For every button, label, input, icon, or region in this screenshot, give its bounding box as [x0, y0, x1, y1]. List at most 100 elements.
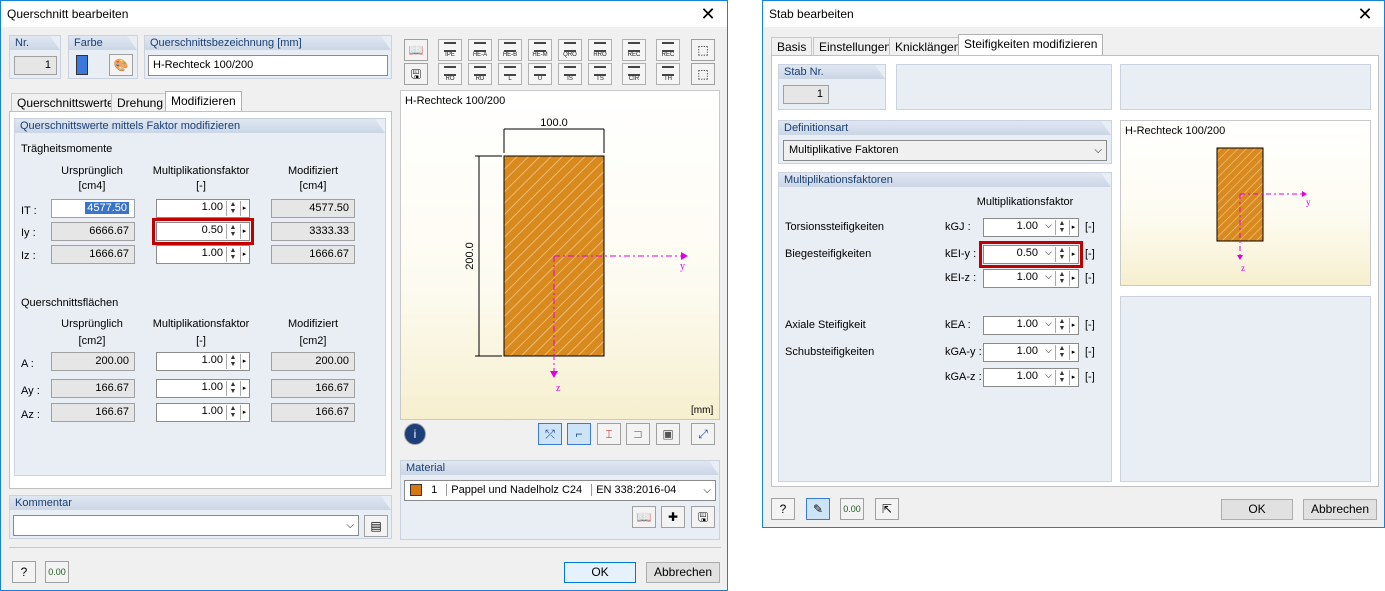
chevron-down-icon[interactable]: ⌵ [1045, 247, 1052, 258]
tab-querschnittswerte[interactable]: Querschnittswerte [11, 93, 120, 112]
iy-factor-input[interactable]: 0.50 ▲ ▼ ▸ [152, 218, 254, 245]
spin-updown-icon[interactable]: ▲ ▼ [226, 247, 239, 262]
tab-knicklaengen[interactable]: Knicklängen [889, 37, 967, 56]
arrow-right-icon[interactable]: ▸ [240, 201, 248, 216]
import-icon[interactable]: 🖫 [404, 63, 428, 85]
it-factor-input[interactable]: 1.00 ▲ ▼ ▸ [156, 199, 250, 218]
a-factor-input[interactable]: 1.00 ▲ ▼ ▸ [156, 352, 250, 371]
tab-einstellungen[interactable]: Einstellungen [813, 37, 898, 56]
section-type-button-3[interactable]: HE-M [528, 39, 552, 61]
bezeichnung-input[interactable]: H-Rechteck 100/200 [148, 55, 388, 76]
arrow-right-icon[interactable]: ▸ [240, 224, 248, 239]
help-icon[interactable]: ? [12, 561, 36, 583]
arrow-right-icon[interactable]: ▸ [1069, 318, 1077, 333]
section-type-button-1[interactable]: HE-A [468, 39, 492, 61]
cancel-button[interactable]: Abbrechen [1303, 499, 1377, 520]
spin-updown-icon[interactable]: ▲ ▼ [1055, 318, 1068, 333]
arrow-right-icon[interactable]: ▸ [240, 354, 248, 369]
show-axes-icon[interactable]: ⤱ [538, 423, 562, 445]
section-type-button-6[interactable]: REC [622, 39, 646, 61]
spin-updown-icon[interactable]: ▲ ▼ [1055, 247, 1068, 262]
info-icon[interactable]: i [404, 423, 426, 445]
material-library-icon[interactable]: 📖 [632, 506, 656, 528]
help-icon[interactable]: ? [771, 498, 795, 520]
profile-3d-icon[interactable]: ⬚ [691, 63, 715, 85]
stiffness-factor-input-3[interactable]: 1.00 ⌵ ▲ ▼ ▸ [983, 316, 1079, 335]
arrow-right-icon[interactable]: ▸ [240, 381, 248, 396]
comment-library-icon[interactable]: ▤ [364, 515, 388, 537]
units-icon[interactable]: 0.00 [840, 498, 864, 520]
ay-factor-input[interactable]: 1.00 ▲ ▼ ▸ [156, 379, 250, 398]
edit-icon[interactable]: ✎ [806, 498, 830, 520]
close-icon[interactable]: ✕ [695, 4, 721, 24]
material-select[interactable]: 1 Pappel und Nadelholz C24 EN 338:2016-0… [404, 480, 716, 501]
chevron-down-icon[interactable]: ⌵ [1045, 370, 1052, 381]
material-new-icon[interactable]: ✚ [661, 506, 685, 528]
ok-button[interactable]: OK [1221, 499, 1293, 520]
ok-button[interactable]: OK [564, 562, 636, 583]
section-type-button-14[interactable]: CIR [622, 63, 646, 85]
stiffness-factor-input-5[interactable]: 1.00 ⌵ ▲ ▼ ▸ [983, 368, 1079, 387]
chevron-down-icon[interactable]: ⌵ [1045, 220, 1052, 231]
stiffness-factor-input-4[interactable]: 1.00 ⌵ ▲ ▼ ▸ [983, 343, 1079, 362]
library-icon[interactable]: 📖 [404, 39, 428, 61]
section-type-button-2[interactable]: HE-B [498, 39, 522, 61]
close-icon[interactable]: ✕ [1352, 4, 1378, 24]
section-type-button-0[interactable]: IPE [438, 39, 462, 61]
arrow-right-icon[interactable]: ▸ [1069, 220, 1077, 235]
kommentar-input[interactable]: ⌵ [13, 515, 359, 536]
section-type-button-13[interactable]: TS [588, 63, 612, 85]
section-type-button-12[interactable]: IS [558, 63, 582, 85]
section-type-button-11[interactable]: U [528, 63, 552, 85]
chevron-down-icon[interactable]: ⌵ [1045, 271, 1052, 282]
az-factor-input[interactable]: 1.00 ▲ ▼ ▸ [156, 403, 250, 422]
spin-updown-icon[interactable]: ▲ ▼ [226, 405, 239, 420]
profile-wizard-icon[interactable]: ⬚ [691, 39, 715, 61]
color-swatch[interactable] [76, 55, 88, 75]
spin-updown-icon[interactable]: ▲ ▼ [1055, 271, 1068, 286]
arrow-right-icon[interactable]: ▸ [1069, 247, 1077, 262]
spin-updown-icon[interactable]: ▲ ▼ [226, 224, 239, 239]
definitionsart-select[interactable]: Multiplikative Faktoren ⌵ [783, 140, 1107, 161]
section-type-button-8[interactable]: RO [438, 63, 462, 85]
chevron-down-icon[interactable]: ⌵ [1045, 318, 1052, 329]
color-picker-icon[interactable]: 🎨 [109, 54, 133, 76]
cancel-button[interactable]: Abbrechen [646, 562, 720, 583]
it-orig[interactable]: 4577.50 [51, 199, 135, 218]
arrow-right-icon[interactable]: ▸ [240, 247, 248, 262]
spin-updown-icon[interactable]: ▲ ▼ [1055, 370, 1068, 385]
spin-updown-icon[interactable]: ▲ ▼ [226, 354, 239, 369]
section-type-button-7[interactable]: REC [656, 39, 680, 61]
chevron-down-icon[interactable]: ⌵ [1045, 345, 1052, 356]
spin-updown-icon[interactable]: ▲ ▼ [226, 201, 239, 216]
show-height-icon[interactable]: ⌶ [597, 423, 621, 445]
spin-updown-icon[interactable]: ▲ ▼ [1055, 220, 1068, 235]
show-dimensions-icon[interactable]: ⌐ [567, 423, 591, 445]
section-type-button-9[interactable]: RD [468, 63, 492, 85]
select-member-icon[interactable]: ⇱ [875, 498, 899, 520]
stiffness-factor-input-1[interactable]: 0.50 ⌵ ▲ ▼ ▸ [979, 241, 1083, 268]
section-type-button-5[interactable]: RRO [588, 39, 612, 61]
section-type-button-10[interactable]: L [498, 63, 522, 85]
section-type-button-15[interactable]: TH [656, 63, 680, 85]
spin-updown-icon[interactable]: ▲ ▼ [226, 381, 239, 396]
show-outline-icon[interactable]: ⊐ [626, 423, 650, 445]
units-icon[interactable]: 0.00 [45, 561, 69, 583]
stiffness-factor-input-2[interactable]: 1.00 ⌵ ▲ ▼ ▸ [983, 269, 1079, 288]
print-preview-icon[interactable]: ▣ [656, 423, 680, 445]
stiffness-factor-input-0[interactable]: 1.00 ⌵ ▲ ▼ ▸ [983, 218, 1079, 237]
spin-updown-icon[interactable]: ▲ ▼ [1055, 345, 1068, 360]
tab-steifigkeiten[interactable]: Steifigkeiten modifizieren [958, 34, 1104, 55]
arrow-right-icon[interactable]: ▸ [1069, 345, 1077, 360]
arrow-right-icon[interactable]: ▸ [240, 405, 248, 420]
arrow-right-icon[interactable]: ▸ [1069, 271, 1077, 286]
section-type-button-4[interactable]: QRO [558, 39, 582, 61]
az-orig: 166.67 [51, 403, 135, 422]
iz-factor-input[interactable]: 1.00 ▲ ▼ ▸ [156, 245, 250, 264]
material-edit-icon[interactable]: 🖫 [691, 506, 715, 528]
tab-drehung[interactable]: Drehung [111, 93, 170, 112]
arrow-right-icon[interactable]: ▸ [1069, 370, 1077, 385]
tab-modifizieren[interactable]: Modifizieren [165, 91, 242, 112]
zoom-reset-icon[interactable]: ⤢ [691, 423, 715, 445]
tab-basis[interactable]: Basis [771, 37, 813, 56]
